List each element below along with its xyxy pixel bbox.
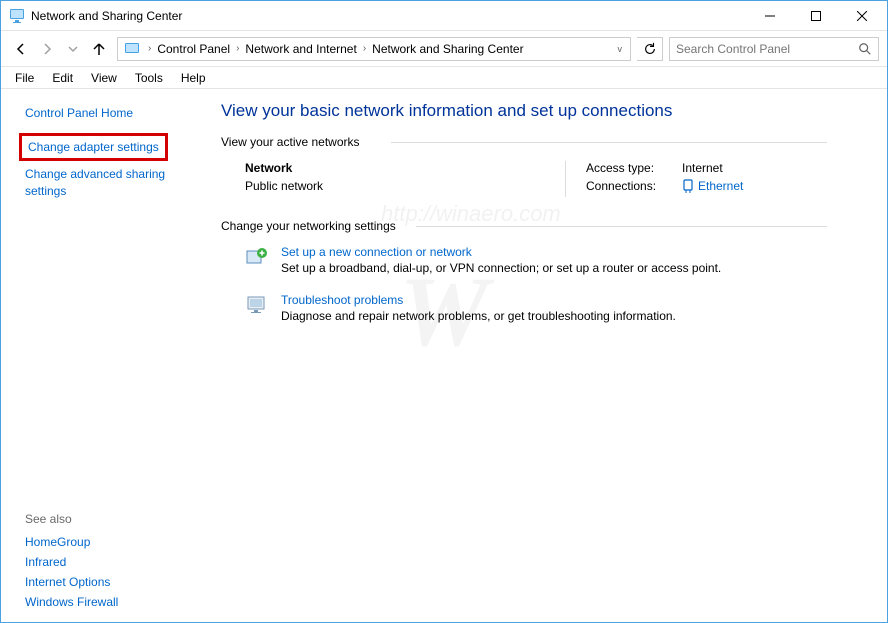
setup-connection-link[interactable]: Set up a new connection or network: [281, 245, 721, 259]
setup-connection-item: Set up a new connection or network Set u…: [221, 245, 827, 275]
menu-tools[interactable]: Tools: [127, 69, 171, 87]
chevron-right-icon[interactable]: ›: [232, 43, 243, 54]
connections-label: Connections:: [586, 179, 664, 193]
sidebar-home[interactable]: Control Panel Home: [25, 103, 197, 123]
see-also-homegroup[interactable]: HomeGroup: [25, 532, 197, 552]
setup-connection-desc: Set up a broadband, dial-up, or VPN conn…: [281, 261, 721, 275]
connections-link[interactable]: Ethernet: [682, 179, 743, 193]
search-icon[interactable]: [858, 42, 872, 56]
address-bar[interactable]: › Control Panel › Network and Internet ›…: [117, 37, 631, 61]
breadcrumb-network-internet[interactable]: Network and Internet: [243, 42, 358, 56]
troubleshoot-item: Troubleshoot problems Diagnose and repai…: [221, 293, 827, 323]
troubleshoot-icon: [245, 293, 269, 317]
see-also-heading: See also: [25, 512, 197, 526]
change-settings-heading: Change your networking settings: [221, 219, 827, 233]
connections-value: Ethernet: [698, 179, 743, 193]
menu-help[interactable]: Help: [173, 69, 214, 87]
breadcrumb-control-panel[interactable]: Control Panel: [155, 42, 232, 56]
menu-bar: File Edit View Tools Help: [1, 67, 887, 89]
troubleshoot-link[interactable]: Troubleshoot problems: [281, 293, 676, 307]
network-row: Network Public network Access type: Inte…: [221, 161, 827, 197]
window-title: Network and Sharing Center: [31, 9, 747, 23]
app-icon: [9, 8, 25, 24]
ethernet-icon: [682, 179, 694, 193]
recent-dropdown[interactable]: [61, 37, 85, 61]
menu-file[interactable]: File: [7, 69, 42, 87]
minimize-button[interactable]: [747, 1, 793, 31]
menu-view[interactable]: View: [83, 69, 125, 87]
active-networks-heading: View your active networks: [221, 135, 827, 149]
see-also-infrared[interactable]: Infrared: [25, 552, 197, 572]
network-name: Network: [245, 161, 505, 175]
network-details: Access type: Internet Connections: Ether…: [565, 161, 827, 197]
address-dropdown[interactable]: v: [612, 44, 629, 54]
sidebar-adapter-settings[interactable]: Change adapter settings: [19, 133, 168, 161]
see-also-internet-options[interactable]: Internet Options: [25, 572, 197, 592]
setup-connection-icon: [245, 245, 269, 269]
title-bar: Network and Sharing Center: [1, 1, 887, 31]
back-button[interactable]: [9, 37, 33, 61]
content-area: Control Panel Home Change adapter settin…: [1, 89, 887, 622]
maximize-button[interactable]: [793, 1, 839, 31]
network-type: Public network: [245, 179, 505, 193]
see-also-firewall[interactable]: Windows Firewall: [25, 592, 197, 612]
menu-edit[interactable]: Edit: [44, 69, 81, 87]
refresh-button[interactable]: [637, 37, 663, 61]
navigation-bar: › Control Panel › Network and Internet ›…: [1, 31, 887, 67]
access-type-label: Access type:: [586, 161, 664, 175]
address-icon: [124, 41, 140, 57]
sidebar-advanced-sharing[interactable]: Change advanced sharing settings: [25, 163, 197, 203]
up-button[interactable]: [87, 37, 111, 61]
troubleshoot-desc: Diagnose and repair network problems, or…: [281, 309, 676, 323]
close-button[interactable]: [839, 1, 885, 31]
search-box[interactable]: [669, 37, 879, 61]
search-input[interactable]: [676, 42, 858, 56]
page-title: View your basic network information and …: [221, 101, 827, 121]
forward-button[interactable]: [35, 37, 59, 61]
see-also-section: See also HomeGroup Infrared Internet Opt…: [25, 512, 197, 612]
breadcrumb-sharing-center[interactable]: Network and Sharing Center: [370, 42, 525, 56]
chevron-right-icon[interactable]: ›: [144, 43, 155, 54]
access-type-value: Internet: [682, 161, 723, 175]
network-info: Network Public network: [245, 161, 505, 197]
main-panel: View your basic network information and …: [211, 89, 887, 622]
sidebar: Control Panel Home Change adapter settin…: [1, 89, 211, 622]
chevron-right-icon[interactable]: ›: [359, 43, 370, 54]
